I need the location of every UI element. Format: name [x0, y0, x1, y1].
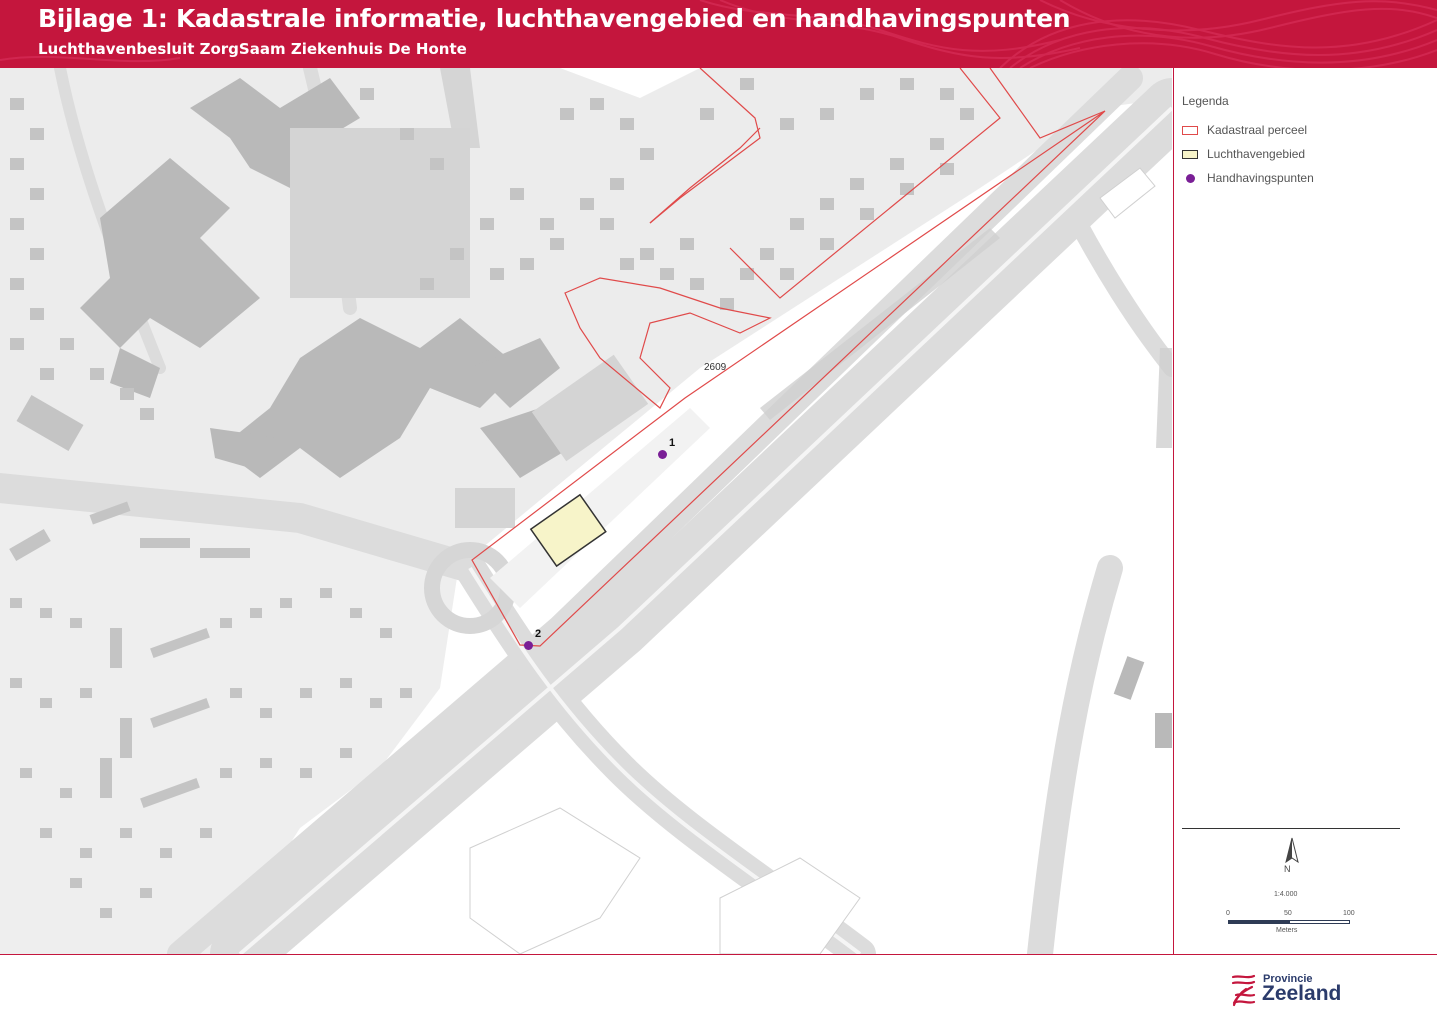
- point-symbol-icon: [1186, 173, 1195, 183]
- scale-ratio: 1:4.000: [1274, 891, 1298, 898]
- legend-item-label: Kadastraal perceel: [1207, 123, 1308, 137]
- scale-tick-100: 100: [1343, 910, 1355, 917]
- enforcement-point-1[interactable]: [658, 450, 667, 459]
- parcel-symbol-icon: [1182, 125, 1198, 135]
- scale-bar: [1228, 920, 1350, 924]
- provincie-zeeland-logo: Provincie Zeeland: [1230, 973, 1360, 1011]
- logo-line2: Zeeland: [1262, 982, 1342, 1005]
- scale-units: Meters: [1276, 927, 1298, 934]
- area-symbol-icon: [1182, 149, 1198, 159]
- enforcement-point-2-label: 2: [535, 628, 542, 640]
- legend-panel: Legenda Kadastraal perceel Luchthavengeb…: [1173, 68, 1437, 954]
- legend-divider: [1182, 828, 1400, 829]
- basemap: [0, 68, 1172, 954]
- legend-item-area: Luchthavengebied: [1182, 146, 1305, 162]
- parcel-number-label: 2609: [704, 362, 727, 373]
- footer: Provincie Zeeland: [0, 954, 1437, 1017]
- legend-item-points: Handhavingspunten: [1182, 170, 1314, 186]
- zeeland-mark-icon: [1231, 974, 1256, 1007]
- page-subtitle: Luchthavenbesluit ZorgSaam Ziekenhuis De…: [38, 40, 467, 58]
- enforcement-point-1-label: 1: [669, 437, 676, 449]
- scale-tick-50: 50: [1284, 910, 1292, 917]
- legend-item-parcel: Kadastraal perceel: [1182, 122, 1307, 138]
- north-label: N: [1284, 864, 1291, 874]
- map-header: Bijlage 1: Kadastrale informatie, luchth…: [0, 0, 1437, 68]
- scale-tick-0: 0: [1226, 910, 1230, 917]
- legend-item-label: Handhavingspunten: [1207, 171, 1314, 185]
- legend-item-label: Luchthavengebied: [1207, 147, 1306, 161]
- enforcement-point-2[interactable]: [524, 641, 533, 650]
- page-title: Bijlage 1: Kadastrale informatie, luchth…: [38, 4, 1071, 33]
- legend-title: Legenda: [1182, 94, 1229, 108]
- map-canvas[interactable]: 2609 1 2: [0, 68, 1172, 954]
